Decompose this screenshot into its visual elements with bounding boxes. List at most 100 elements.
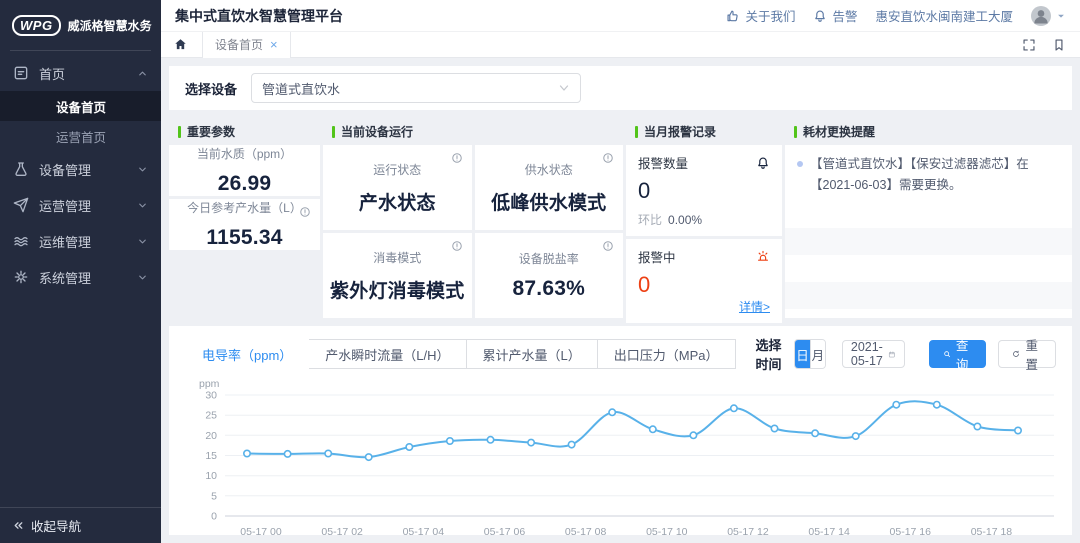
alarm-count-label: 报警数量 [638,153,688,172]
line-chart[interactable]: 051015202530ppm05-17 0005-17 0205-17 040… [185,377,1056,542]
section-title: 当月报警记录 [626,118,782,145]
alarm-count-card: 报警数量 0 环比0.00% [626,145,782,236]
svg-text:20: 20 [205,430,217,442]
sidebar-item-system-management[interactable]: 系统管理 [0,259,161,295]
sidebar-nav: 首页 设备首页 运营首页 设备管理 运营管理 运维管理 [0,51,161,507]
page-title: 集中式直饮水智慧管理平台 [175,6,343,26]
chevron-down-icon [137,236,148,247]
list-stripe [785,282,1072,309]
bullet-icon [797,161,803,167]
calendar-icon [888,348,896,361]
alarm-active-label: 报警中 [638,247,676,266]
tabbar-tools [1022,38,1080,52]
info-icon[interactable] [602,152,614,164]
chevron-down-icon [558,82,570,94]
about-us-label: 关于我们 [745,6,795,25]
siren-icon [756,250,770,264]
alarm-link[interactable]: 告警 [813,6,857,25]
tab-total-output[interactable]: 累计产水量（L） [466,339,598,369]
svg-text:05-17 16: 05-17 16 [890,526,932,538]
sidebar-item-label: 运营管理 [39,196,91,215]
chevron-down-icon [1056,11,1066,21]
main-area: 集中式直饮水智慧管理平台 关于我们 告警 惠安直饮水闽南建工大厦 [161,0,1080,543]
svg-text:0: 0 [211,511,217,523]
month-toggle[interactable]: 月 [810,340,825,368]
stat-disinfect-mode: 消毒模式 紫外灯消毒模式 [323,233,472,318]
svg-text:ppm: ppm [199,378,220,390]
collapse-nav-label: 收起导航 [31,516,81,535]
gear-icon [13,269,29,285]
day-toggle[interactable]: 日 [795,340,810,368]
tab-label: 设备首页 [215,36,263,53]
cards-row: 重要参数 当前水质（ppm） 26.99 今日参考产水量（L） 1155.34 [169,118,1072,318]
info-icon[interactable] [451,240,463,252]
list-stripe [785,201,1072,228]
tab-instant-flow[interactable]: 产水瞬时流量（L/H） [308,339,466,369]
collapse-icon [12,519,25,532]
sidebar-item-device-home[interactable]: 设备首页 [0,91,161,121]
sidebar-item-device-management[interactable]: 设备管理 [0,151,161,187]
site-name[interactable]: 惠安直饮水闽南建工大厦 [875,6,1013,25]
device-select[interactable]: 管道式直饮水 [251,73,581,103]
date-picker[interactable]: 2021-05-17 [842,340,905,368]
tab-device-home[interactable]: 设备首页 × [202,32,291,58]
list-stripe [785,255,1072,282]
content: 选择设备 管道式直饮水 重要参数 当前水质（ppm） 26. [161,58,1080,543]
section-title-label: 当月报警记录 [644,123,716,140]
stat-value: 87.63% [513,277,585,301]
bookmark-icon[interactable] [1052,38,1066,52]
reset-button[interactable]: 重置 [998,340,1056,368]
close-icon[interactable]: × [270,38,278,51]
bell-icon [813,9,827,23]
sidebar-item-operations-home[interactable]: 运营首页 [0,121,161,151]
section-title-label: 重要参数 [187,123,235,140]
alarm-detail-link[interactable]: 详情> [739,298,770,315]
section-title-label: 当前设备运行 [341,123,413,140]
consumables-list: 【管道式直饮水】【保安过滤器滤芯】在【2021-06-03】需要更换。 [785,145,1072,318]
sidebar-item-maintenance-management[interactable]: 运维管理 [0,223,161,259]
user-menu[interactable] [1031,6,1066,26]
accent-bar [794,126,797,138]
query-button[interactable]: 查询 [929,340,987,368]
svg-text:25: 25 [205,410,217,422]
device-select-value: 管道式直饮水 [262,79,340,98]
stat-run-status: 运行状态 产水状态 [323,145,472,230]
stat-label: 消毒模式 [373,249,421,266]
section-title-label: 耗材更换提醒 [803,123,875,140]
site-name-label: 惠安直饮水闽南建工大厦 [875,6,1013,25]
alarm-active-value: 0 [638,272,770,298]
stat-value: 1155.34 [206,226,282,250]
sidebar-item-label: 设备管理 [39,160,91,179]
chart-tabs: 电导率（ppm） 产水瞬时流量（L/H） 累计产水量（L） 出口压力（MPa） [185,339,736,369]
svg-text:05-17 04: 05-17 04 [403,526,445,538]
section-title: 当前设备运行 [323,118,623,145]
thumbs-up-icon [726,9,740,23]
info-icon[interactable] [299,206,311,218]
stat-value: 低峰供水模式 [491,188,606,215]
alarm-active-card: 报警中 0 详情> [626,239,782,323]
sidebar-item-label: 运营首页 [56,127,106,146]
info-icon[interactable] [602,240,614,252]
sidebar-item-label: 设备首页 [56,97,106,116]
info-icon[interactable] [451,152,463,164]
select-device-label: 选择设备 [185,79,237,98]
svg-text:05-17 10: 05-17 10 [646,526,688,538]
sidebar-item-operations-management[interactable]: 运营管理 [0,187,161,223]
day-month-toggle: 日 月 [794,339,826,369]
about-us-link[interactable]: 关于我们 [726,6,795,25]
svg-text:05-17 08: 05-17 08 [565,526,607,538]
accent-bar [178,126,181,138]
home-icon[interactable] [173,37,188,52]
time-select-label: 选择时间 [756,335,783,373]
tab-outlet-pressure[interactable]: 出口压力（MPa） [597,339,736,369]
fullscreen-icon[interactable] [1022,38,1036,52]
section-device-running: 当前设备运行 运行状态 产水状态 供水状态 低峰供水模式 [323,118,623,318]
stat-label: 供水状态 [525,161,573,178]
waves-icon [13,233,29,249]
section-consumables: 耗材更换提醒 【管道式直饮水】【保安过滤器滤芯】在【2021-06-03】需要更… [785,118,1072,318]
tab-conductivity[interactable]: 电导率（ppm） [185,339,309,369]
sidebar-item-home[interactable]: 首页 [0,55,161,91]
svg-text:05-17 12: 05-17 12 [727,526,769,538]
collapse-nav-button[interactable]: 收起导航 [0,507,161,543]
accent-bar [332,126,335,138]
